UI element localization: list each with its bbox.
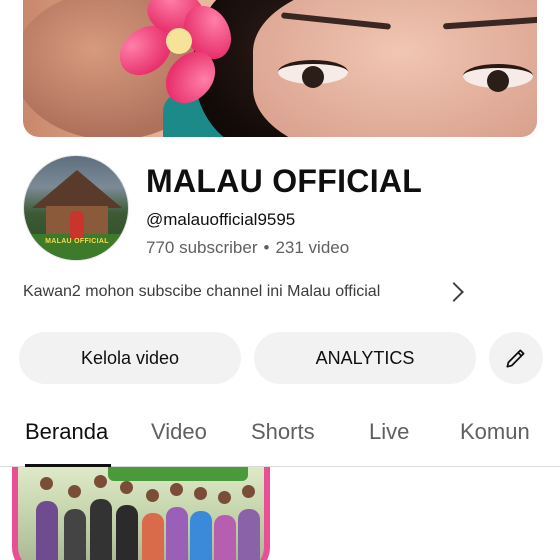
analytics-button[interactable]: ANALYTICS [254,332,476,384]
tab-komunitas[interactable]: Komun [460,419,530,445]
tab-live[interactable]: Live [369,419,409,445]
flower-decoration [111,0,238,120]
edit-channel-button[interactable] [489,332,543,384]
channel-description: Kawan2 mohon subscibe channel ini Malau … [23,283,381,300]
channel-description-row[interactable]: Kawan2 mohon subscibe channel ini Malau … [23,280,473,304]
tab-beranda[interactable]: Beranda [25,419,108,445]
channel-tabs: Beranda Video Shorts Live Komun [0,405,560,467]
tab-shorts[interactable]: Shorts [251,419,315,445]
stats-separator: • [263,238,270,257]
pencil-icon [506,349,525,368]
avatar-caption: MALAU OFFICIAL [45,238,109,245]
tab-video[interactable]: Video [151,419,207,445]
channel-stats: 770 subscriber • 231 video [146,238,349,258]
chevron-right-icon[interactable] [444,282,464,302]
channel-handle: @malauofficial9595 [146,210,296,229]
video-count: 231 video [275,238,350,257]
manage-videos-button[interactable]: Kelola video [19,332,241,384]
channel-banner [23,0,537,137]
channel-avatar[interactable]: MALAU OFFICIAL [23,155,129,261]
video-thumbnail[interactable] [12,467,270,560]
subscriber-count: 770 subscriber [146,238,258,257]
channel-name: MALAU OFFICIAL [146,163,423,199]
